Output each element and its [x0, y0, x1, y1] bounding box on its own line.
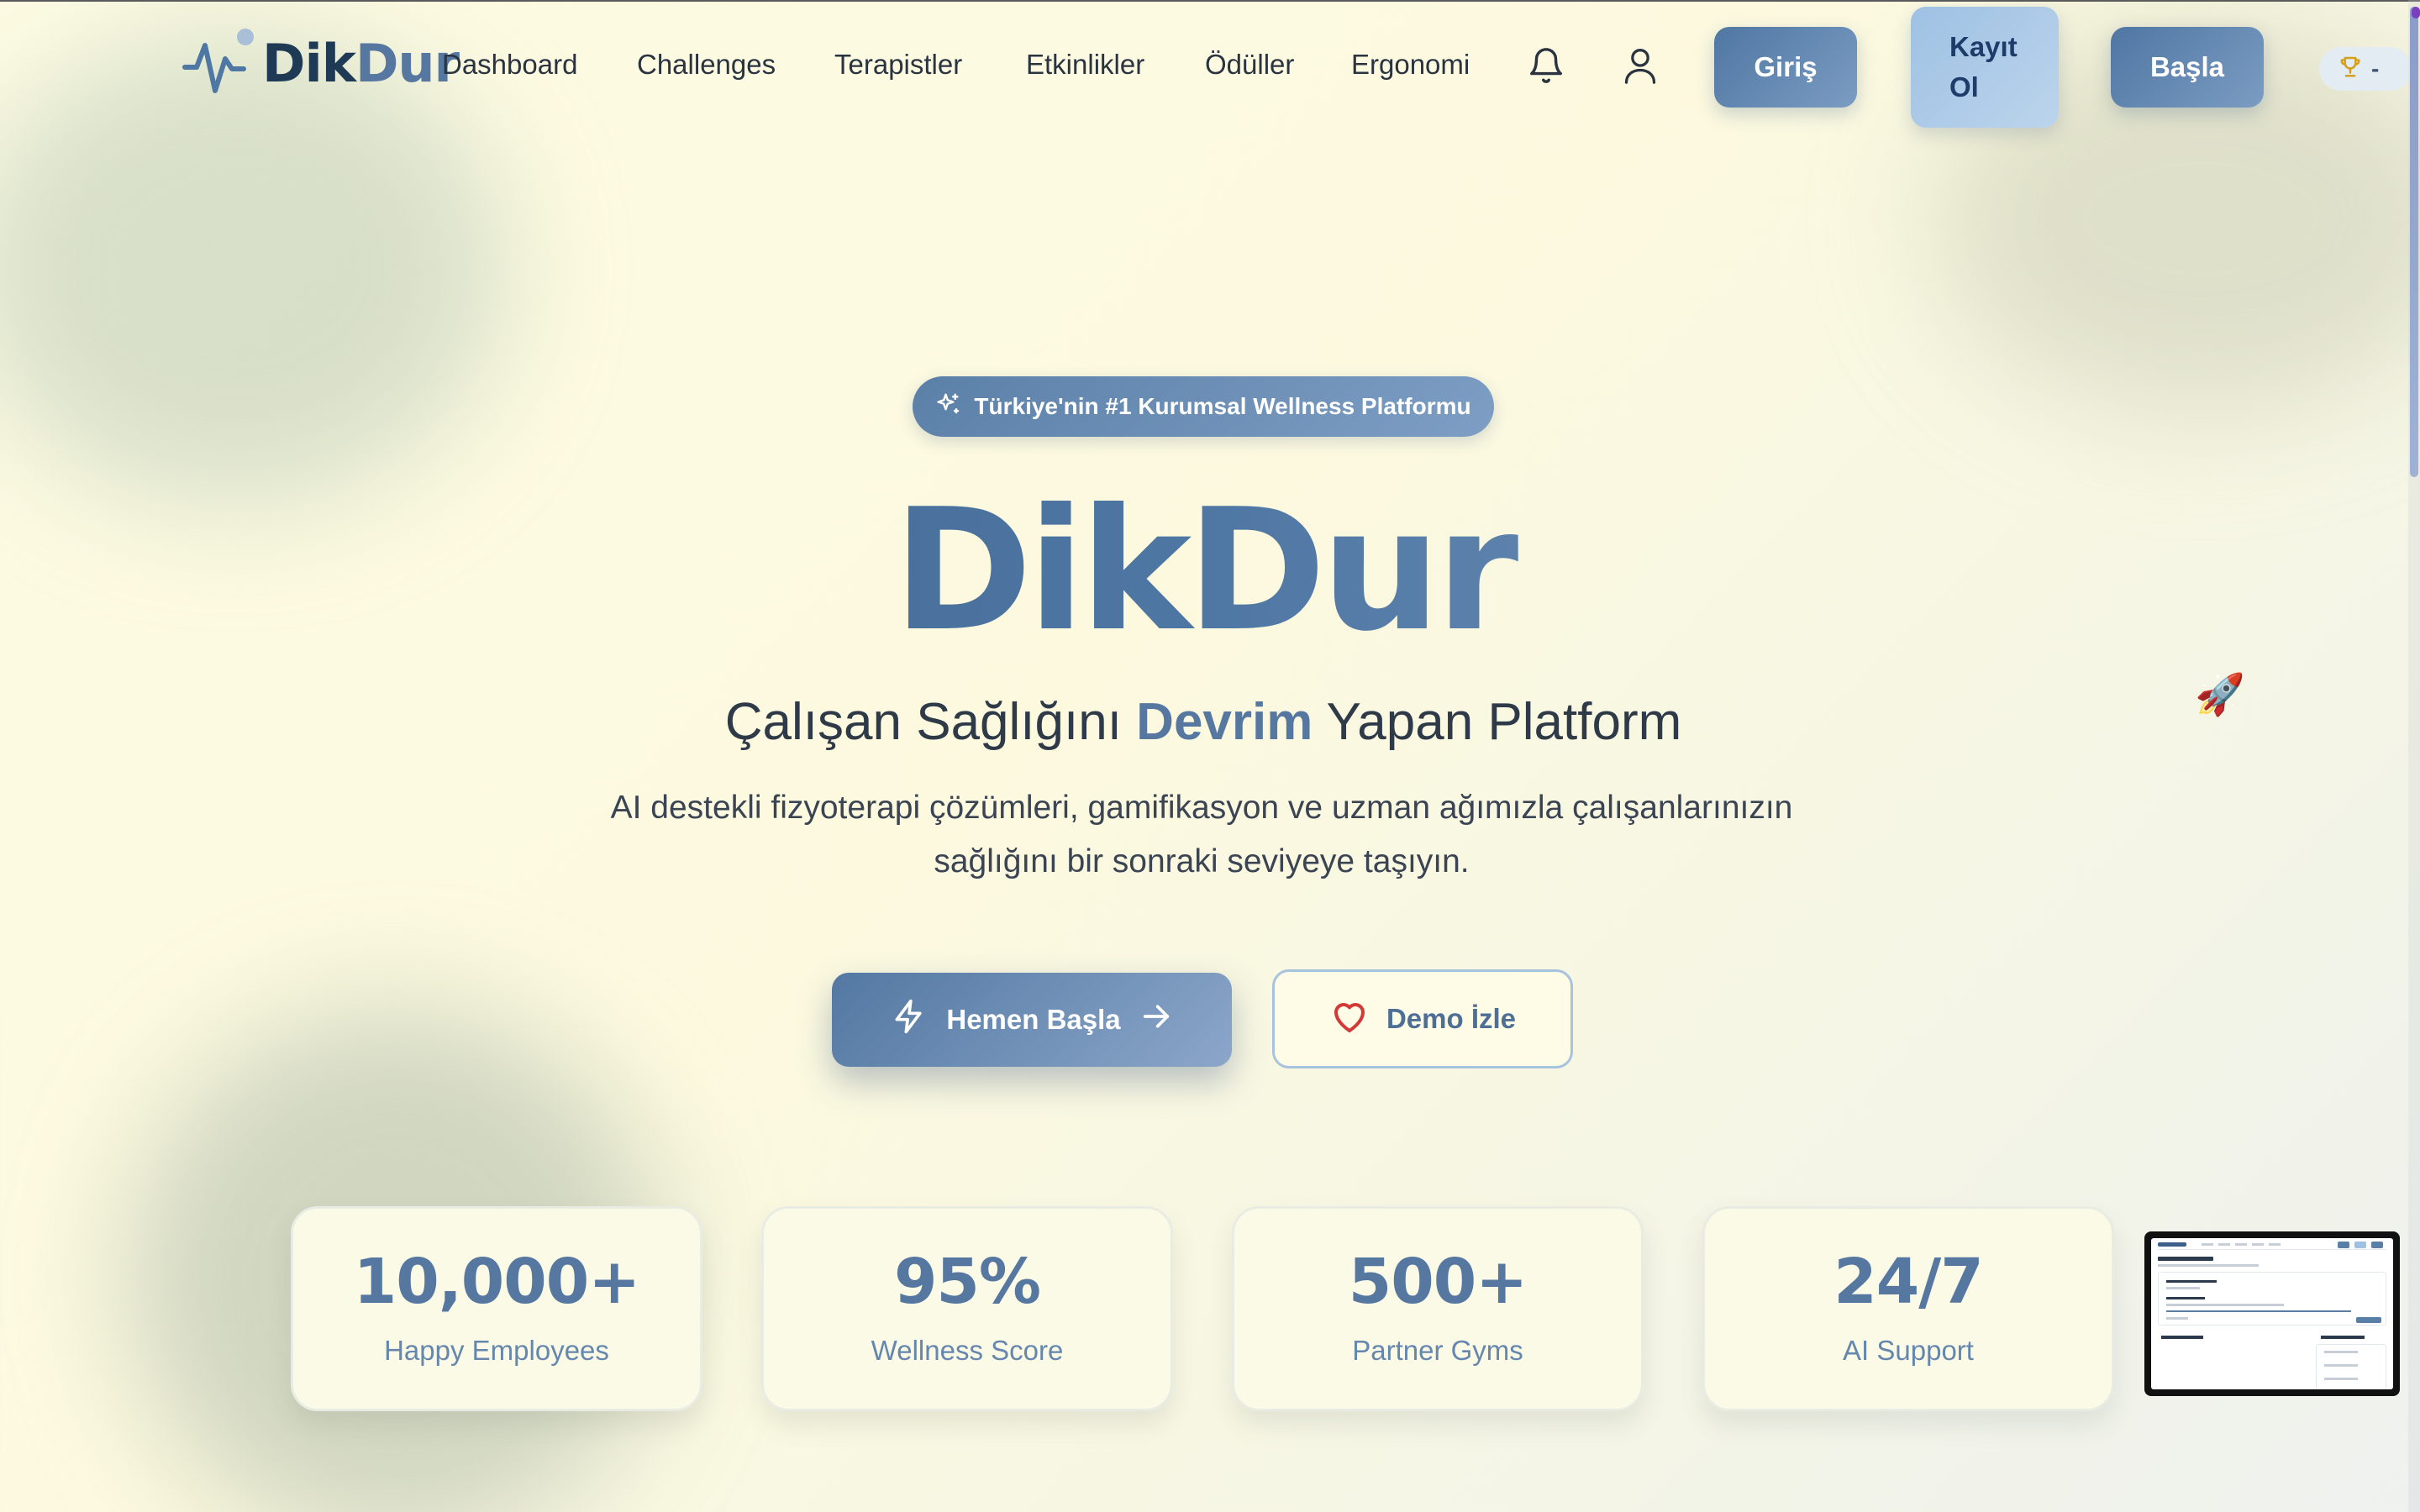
demo-izle-label: Demo İzle — [1386, 1003, 1517, 1034]
hero-badge-text: Türkiye'nin #1 Kurumsal Wellness Platfor… — [974, 393, 1471, 419]
preview-subheading — [2158, 1264, 2259, 1267]
nav-link-terapistler[interactable]: Terapistler — [834, 49, 962, 81]
edge-indicator — [2412, 7, 2420, 18]
stat-label: AI Support — [1843, 1335, 1974, 1366]
register-button[interactable]: Kayıt Ol — [1911, 7, 2059, 128]
preview-logo — [2158, 1242, 2186, 1247]
preview-screen — [2151, 1238, 2393, 1389]
hero-badge: Türkiye'nin #1 Kurumsal Wellness Platfor… — [913, 376, 1494, 437]
hero-description: AI destekli fizyoterapi çözümleri, gamif… — [610, 790, 1793, 879]
preview-nav-item — [2235, 1243, 2247, 1246]
stat-label: Partner Gyms — [1352, 1335, 1523, 1366]
preview-text — [2166, 1280, 2217, 1283]
hero-subtitle: Çalışan Sağlığını Devrim Yapan Platform — [724, 693, 1682, 751]
lightning-icon — [891, 998, 928, 1042]
nav-link-oduller[interactable]: Ödüller — [1205, 49, 1294, 81]
score-pill[interactable]: - — [2319, 47, 2412, 91]
preview-heading — [2158, 1257, 2213, 1261]
login-button[interactable]: Giriş — [1714, 27, 1857, 108]
preview-heading — [2161, 1336, 2203, 1339]
navbar: DikDur Dashboard Challenges Terapistler … — [0, 0, 2420, 134]
preview-text — [2166, 1297, 2205, 1299]
preview-nav-item — [2202, 1243, 2213, 1246]
preview-text — [2166, 1287, 2200, 1289]
preview-progress — [2166, 1310, 2351, 1312]
stat-card: 10,000+ Happy Employees — [291, 1206, 702, 1411]
scrollbar-thumb[interactable] — [2410, 7, 2418, 477]
preview-text — [2324, 1364, 2358, 1367]
arrow-right-icon — [1139, 1000, 1173, 1040]
preview-heading — [2321, 1336, 2365, 1339]
nav-link-challenges[interactable]: Challenges — [637, 49, 776, 81]
stat-value: 10,000+ — [353, 1246, 641, 1318]
nav-link-ergonomi[interactable]: Ergonomi — [1351, 49, 1470, 81]
hemen-basla-button[interactable]: Hemen Başla — [832, 973, 1232, 1067]
stat-label: Happy Employees — [384, 1335, 609, 1366]
preview-nav-item — [2252, 1243, 2264, 1246]
hero-subtitle-highlight: Devrim — [1136, 693, 1313, 751]
nav-link-etkinlikler[interactable]: Etkinlikler — [1026, 49, 1144, 81]
bell-icon[interactable] — [1523, 42, 1570, 89]
brand-name: DikDur — [262, 32, 460, 94]
hero-title: DikDur — [0, 479, 2407, 664]
demo-izle-button[interactable]: Demo İzle — [1272, 969, 1573, 1068]
register-label: Kayıt — [1949, 31, 2018, 62]
preview-nav-item — [2269, 1243, 2281, 1246]
stat-value: 500+ — [1348, 1246, 1528, 1318]
hemen-basla-label: Hemen Başla — [946, 1004, 1121, 1035]
nav-link-dashboard[interactable]: Dashboard — [442, 49, 577, 81]
page-preview-thumbnail[interactable] — [2144, 1231, 2400, 1396]
register-label: Ol — [1949, 71, 1979, 102]
start-button[interactable]: Başla — [2111, 27, 2264, 108]
preview-text — [2324, 1378, 2358, 1380]
trophy-icon — [2338, 54, 2363, 85]
user-icon[interactable] — [1617, 42, 1664, 89]
preview-button — [2356, 1317, 2381, 1323]
preview-nav-item — [2218, 1243, 2230, 1246]
score-value: - — [2371, 55, 2380, 81]
preview-button — [2338, 1242, 2349, 1248]
stat-card: 24/7 AI Support — [1702, 1206, 2114, 1411]
preview-button — [2354, 1242, 2366, 1248]
preview-text — [2324, 1351, 2358, 1353]
heartbeat-pulse-icon — [182, 25, 257, 101]
scrollbar[interactable] — [2408, 0, 2420, 1512]
preview-text — [2166, 1317, 2188, 1320]
heart-icon — [1329, 997, 1370, 1041]
stat-value: 24/7 — [1833, 1246, 1984, 1318]
stat-card: 500+ Partner Gyms — [1232, 1206, 1644, 1411]
preview-text — [2166, 1304, 2284, 1306]
brand-logo[interactable]: DikDur — [182, 25, 460, 101]
stat-label: Wellness Score — [871, 1335, 1064, 1366]
stat-value: 95% — [893, 1246, 1041, 1318]
sparkles-icon — [935, 391, 960, 423]
stat-card: 95% Wellness Score — [761, 1206, 1173, 1411]
rocket-icon: 🚀 — [2195, 673, 2245, 717]
preview-button — [2371, 1242, 2383, 1248]
